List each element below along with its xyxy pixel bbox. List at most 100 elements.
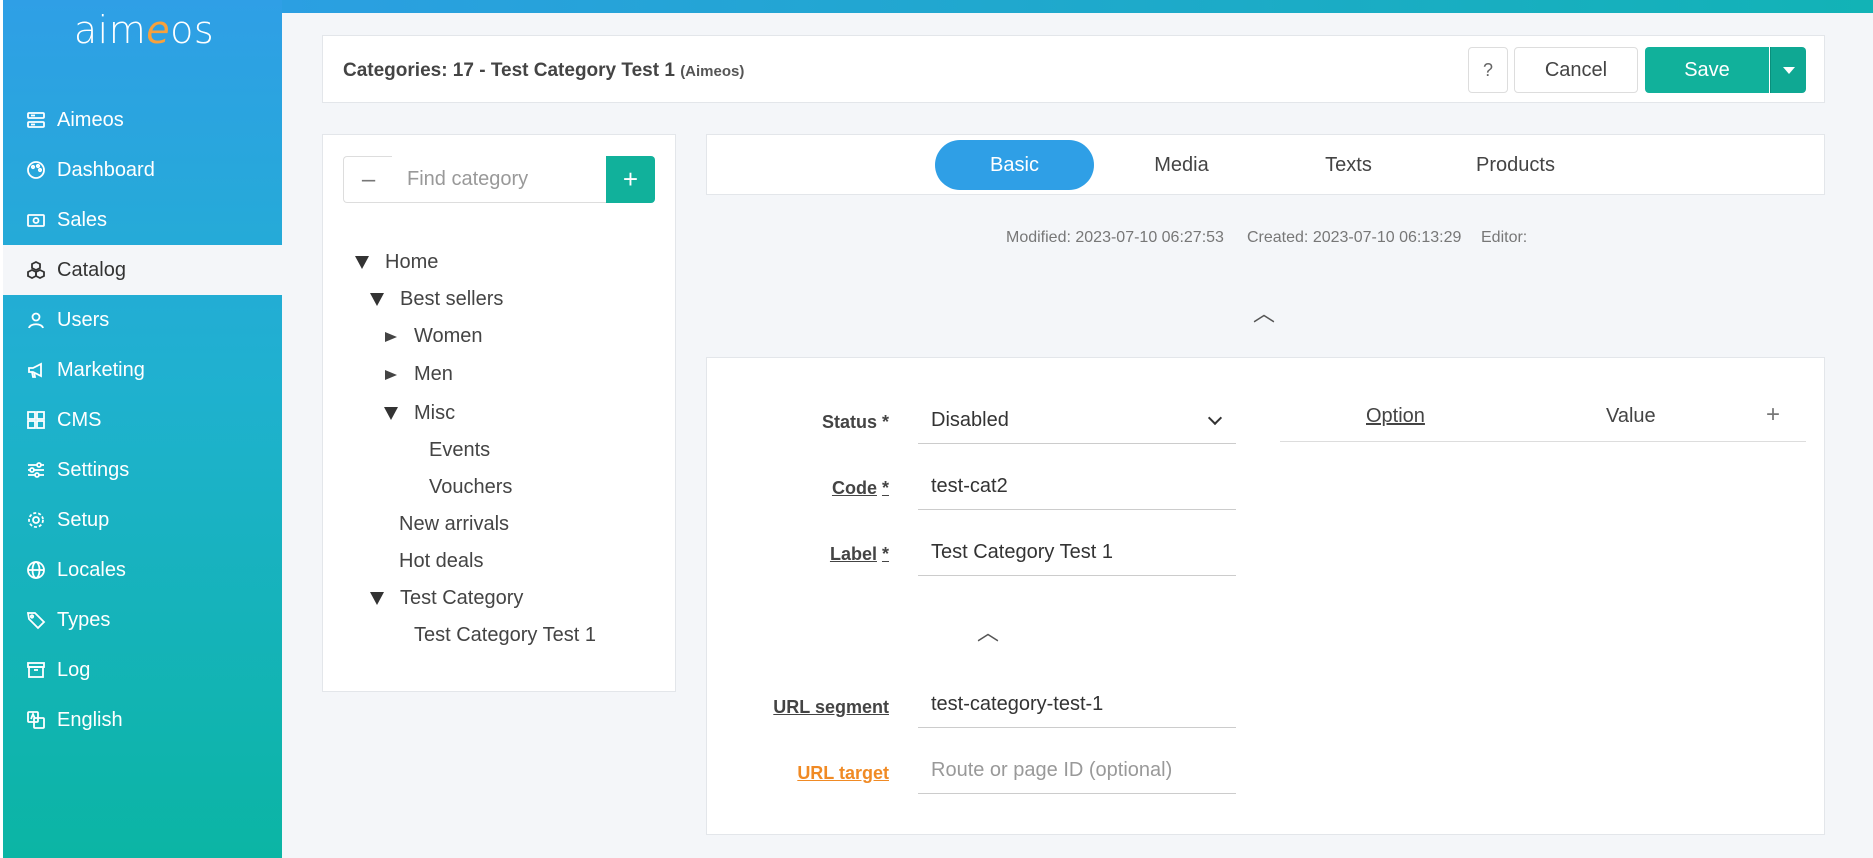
status-select[interactable]: Disabled: [918, 398, 1236, 444]
chevron-down-icon: [1207, 410, 1223, 426]
collapse-advanced-icon[interactable]: ︿: [977, 615, 999, 647]
gear-icon: [25, 509, 47, 531]
sidebar-item-label: Log: [57, 658, 91, 681]
translate-icon: [25, 709, 47, 731]
collapsed-triangle-icon[interactable]: [385, 331, 397, 342]
tree-node-label: Test Category: [400, 587, 524, 609]
collapsed-triangle-icon[interactable]: [385, 369, 397, 380]
tree-node-test-category-test-1[interactable]: Test Category Test 1: [414, 624, 596, 647]
sidebar-item-label: Locales: [57, 558, 126, 581]
cubes-icon: [25, 259, 47, 281]
tree-node-men[interactable]: Men: [385, 363, 453, 386]
url-target-placeholder: Route or page ID (optional): [931, 759, 1173, 781]
collapse-all-button[interactable]: –: [343, 156, 393, 203]
label-label-text[interactable]: Label: [830, 544, 877, 564]
tree-node-women[interactable]: Women: [385, 325, 483, 348]
url-segment-field[interactable]: test-category-test-1: [918, 682, 1236, 728]
tree-node-best-sellers[interactable]: Best sellers: [370, 288, 503, 311]
sliders-icon: [25, 459, 47, 481]
tags-icon: [25, 609, 47, 631]
globe-icon: [25, 559, 47, 581]
sidebar-item-users[interactable]: Users: [3, 295, 285, 345]
sidebar-item-label: English: [57, 708, 123, 731]
created-timestamp: Created: 2023-07-10 06:13:29: [1247, 229, 1462, 246]
cancel-button[interactable]: Cancel: [1514, 47, 1638, 93]
category-search-input[interactable]: [392, 156, 606, 203]
code-label-text[interactable]: Code: [832, 478, 877, 498]
label-value: Test Category Test 1: [931, 541, 1113, 563]
label-label: Label *: [830, 544, 889, 565]
site-label: (Aimeos): [680, 63, 745, 80]
tree-node-events[interactable]: Events: [429, 439, 490, 462]
sidebar-item-label: Users: [57, 308, 110, 331]
sidebar-item-cms[interactable]: CMS: [3, 395, 285, 445]
add-category-button[interactable]: +: [606, 156, 655, 203]
expanded-triangle-icon[interactable]: [355, 256, 369, 269]
logo-e: e: [146, 8, 171, 52]
option-column-header[interactable]: Option: [1366, 405, 1425, 428]
tree-node-new-arrivals[interactable]: New arrivals: [399, 513, 509, 536]
sidebar-item-label: CMS: [57, 408, 102, 431]
category-tree-panel: – + Home Best sellers Women Men Misc Eve…: [322, 134, 676, 692]
options-divider: [1280, 441, 1806, 442]
save-button[interactable]: Save: [1645, 47, 1769, 93]
tab-media[interactable]: Media: [1102, 140, 1261, 190]
tab-basic[interactable]: Basic: [935, 140, 1094, 190]
tab-products[interactable]: Products: [1436, 140, 1595, 190]
sidebar-item-english[interactable]: English: [3, 695, 285, 745]
chevron-down-icon: [1782, 66, 1795, 74]
url-target-label[interactable]: URL target: [797, 763, 889, 784]
expanded-triangle-icon[interactable]: [370, 293, 384, 306]
sidebar-item-catalog[interactable]: Catalog: [3, 245, 285, 295]
sidebar-nav: Aimeos Dashboard Sales Catalog Users Mar…: [3, 95, 285, 745]
sidebar-item-marketing[interactable]: Marketing: [3, 345, 285, 395]
tree-node-misc[interactable]: Misc: [384, 402, 455, 425]
url-target-field[interactable]: Route or page ID (optional): [918, 748, 1236, 794]
page-header: Categories: 17 - Test Category Test 1 (A…: [322, 35, 1825, 103]
tree-node-test-category[interactable]: Test Category: [370, 587, 523, 610]
archive-icon: [25, 659, 47, 681]
sidebar-item-aimeos[interactable]: Aimeos: [3, 95, 285, 145]
tree-node-home[interactable]: Home: [355, 251, 438, 274]
tree-node-label: Home: [385, 251, 439, 273]
sidebar-item-sales[interactable]: Sales: [3, 195, 285, 245]
page-title: Categories: 17 - Test Category Test 1 (A…: [343, 60, 744, 82]
sidebar-item-settings[interactable]: Settings: [3, 445, 285, 495]
add-option-button[interactable]: +: [1766, 401, 1780, 429]
sidebar-item-dashboard[interactable]: Dashboard: [3, 145, 285, 195]
tree-node-vouchers[interactable]: Vouchers: [429, 476, 512, 499]
status-value: Disabled: [931, 409, 1009, 431]
expanded-triangle-icon[interactable]: [384, 407, 398, 420]
sidebar: aimeos Aimeos Dashboard Sales Catalog Us…: [0, 0, 285, 858]
url-segment-label[interactable]: URL segment: [773, 697, 889, 718]
page-title-text: Categories: 17 - Test Category Test 1: [343, 60, 675, 81]
tree-node-label: Men: [414, 363, 453, 385]
tab-texts[interactable]: Texts: [1269, 140, 1428, 190]
tree-node-label: Women: [414, 325, 483, 347]
modified-timestamp: Modified: 2023-07-10 06:27:53: [1006, 229, 1224, 246]
tree-node-label: Test Category Test 1: [414, 624, 596, 646]
grid-icon: [25, 409, 47, 431]
label-field[interactable]: Test Category Test 1: [918, 530, 1236, 576]
logo-text-end: os: [170, 8, 215, 52]
sidebar-item-locales[interactable]: Locales: [3, 545, 285, 595]
expanded-triangle-icon[interactable]: [370, 592, 384, 605]
aimeos-logo[interactable]: aimeos: [3, 8, 285, 52]
tree-node-label: Hot deals: [399, 550, 484, 572]
status-label: Status *: [821, 412, 889, 432]
save-options-button[interactable]: [1770, 47, 1806, 93]
sidebar-item-label: Types: [57, 608, 111, 631]
help-button[interactable]: ?: [1468, 47, 1508, 93]
megaphone-icon: [25, 359, 47, 381]
sidebar-item-label: Catalog: [57, 258, 126, 281]
value-column-header: Value: [1606, 405, 1656, 427]
sidebar-item-log[interactable]: Log: [3, 645, 285, 695]
collapse-meta-icon[interactable]: ︿: [1253, 296, 1275, 328]
tree-node-hot-deals[interactable]: Hot deals: [399, 550, 484, 573]
basic-form: Status * Disabled Code * test-cat2 Label…: [706, 357, 1825, 835]
sidebar-item-setup[interactable]: Setup: [3, 495, 285, 545]
url-segment-value: test-category-test-1: [931, 693, 1104, 715]
code-field[interactable]: test-cat2: [918, 464, 1236, 510]
sidebar-item-types[interactable]: Types: [3, 595, 285, 645]
required-marker: *: [881, 478, 889, 498]
